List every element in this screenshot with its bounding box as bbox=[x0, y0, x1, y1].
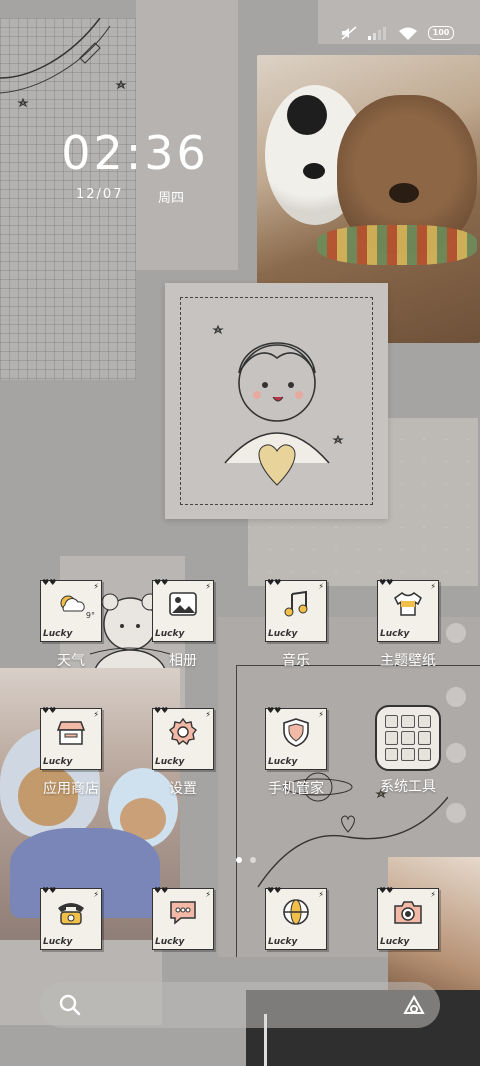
gallery-icon[interactable]: ♥♥ ⚡ Lucky bbox=[152, 578, 214, 642]
folder-icon[interactable] bbox=[375, 705, 441, 771]
app-label: 设置 bbox=[169, 781, 197, 797]
battery-icon: 100 bbox=[428, 26, 454, 40]
settings-icon[interactable]: ♥♥ ⚡ Lucky bbox=[152, 706, 214, 770]
app-camera[interactable]: ♥♥ ⚡ Lucky bbox=[358, 886, 458, 950]
app-label: 相册 bbox=[169, 653, 197, 669]
app-weather[interactable]: ♥♥ ⚡ 9° Lucky 天气 bbox=[21, 578, 121, 670]
search-icon[interactable] bbox=[58, 993, 82, 1017]
app-theme[interactable]: ♥♥ ⚡ Lucky 主题壁纸 bbox=[358, 578, 458, 670]
wallpaper-boy-drawing bbox=[165, 283, 388, 519]
clock-time[interactable]: 02:36 bbox=[60, 126, 210, 180]
app-label: 手机管家 bbox=[268, 781, 324, 797]
assistant-icon[interactable] bbox=[402, 994, 426, 1016]
app-label: 主题壁纸 bbox=[380, 653, 436, 669]
app-folder-system-tools[interactable]: 系统工具 bbox=[358, 705, 458, 796]
status-bar: 100 bbox=[340, 24, 454, 42]
doodle-planet-icon bbox=[0, 17, 127, 108]
page-dot[interactable] bbox=[250, 857, 256, 863]
security-icon[interactable]: ♥♥ ⚡ Lucky bbox=[265, 706, 327, 770]
search-bar[interactable] bbox=[40, 982, 440, 1028]
app-label: 天气 bbox=[57, 653, 85, 669]
browser-icon[interactable]: ♥♥ ⚡ Lucky bbox=[265, 886, 327, 950]
store-icon[interactable]: ♥♥ ⚡ Lucky bbox=[40, 706, 102, 770]
app-messages[interactable]: ♥♥ ⚡ Lucky bbox=[133, 886, 233, 950]
app-label: 系统工具 bbox=[380, 779, 436, 795]
page-indicator[interactable] bbox=[236, 857, 256, 863]
page-dot-active[interactable] bbox=[236, 857, 242, 863]
app-settings[interactable]: ♥♥ ⚡ Lucky 设置 bbox=[133, 706, 233, 798]
app-music[interactable]: ♥♥ ⚡ Lucky 音乐 bbox=[246, 578, 346, 670]
weather-icon[interactable]: ♥♥ ⚡ 9° Lucky bbox=[40, 578, 102, 642]
mute-icon bbox=[341, 26, 357, 40]
app-gallery[interactable]: ♥♥ ⚡ Lucky 相册 bbox=[133, 578, 233, 670]
app-label: 应用商店 bbox=[43, 781, 99, 797]
wifi-icon bbox=[399, 27, 417, 40]
app-security[interactable]: ♥♥ ⚡ Lucky 手机管家 bbox=[246, 706, 346, 798]
app-store[interactable]: ♥♥ ⚡ Lucky 应用商店 bbox=[21, 706, 121, 798]
app-browser[interactable]: ♥♥ ⚡ Lucky bbox=[246, 886, 346, 950]
music-icon[interactable]: ♥♥ ⚡ Lucky bbox=[265, 578, 327, 642]
camera-icon[interactable]: ♥♥ ⚡ Lucky bbox=[377, 886, 439, 950]
messages-icon[interactable]: ♥♥ ⚡ Lucky bbox=[152, 886, 214, 950]
phone-icon[interactable]: ♥♥ ⚡ Lucky bbox=[40, 886, 102, 950]
app-phone[interactable]: ♥♥ ⚡ Lucky bbox=[21, 886, 121, 950]
theme-icon[interactable]: ♥♥ ⚡ Lucky bbox=[377, 578, 439, 642]
clock-date: 12/07 bbox=[76, 187, 124, 202]
signal-icon bbox=[368, 27, 386, 40]
app-label: 音乐 bbox=[282, 653, 310, 669]
clock-weekday: 周四 bbox=[158, 191, 185, 206]
home-indicator[interactable] bbox=[264, 1014, 267, 1066]
boy-doodle-icon bbox=[212, 324, 344, 486]
